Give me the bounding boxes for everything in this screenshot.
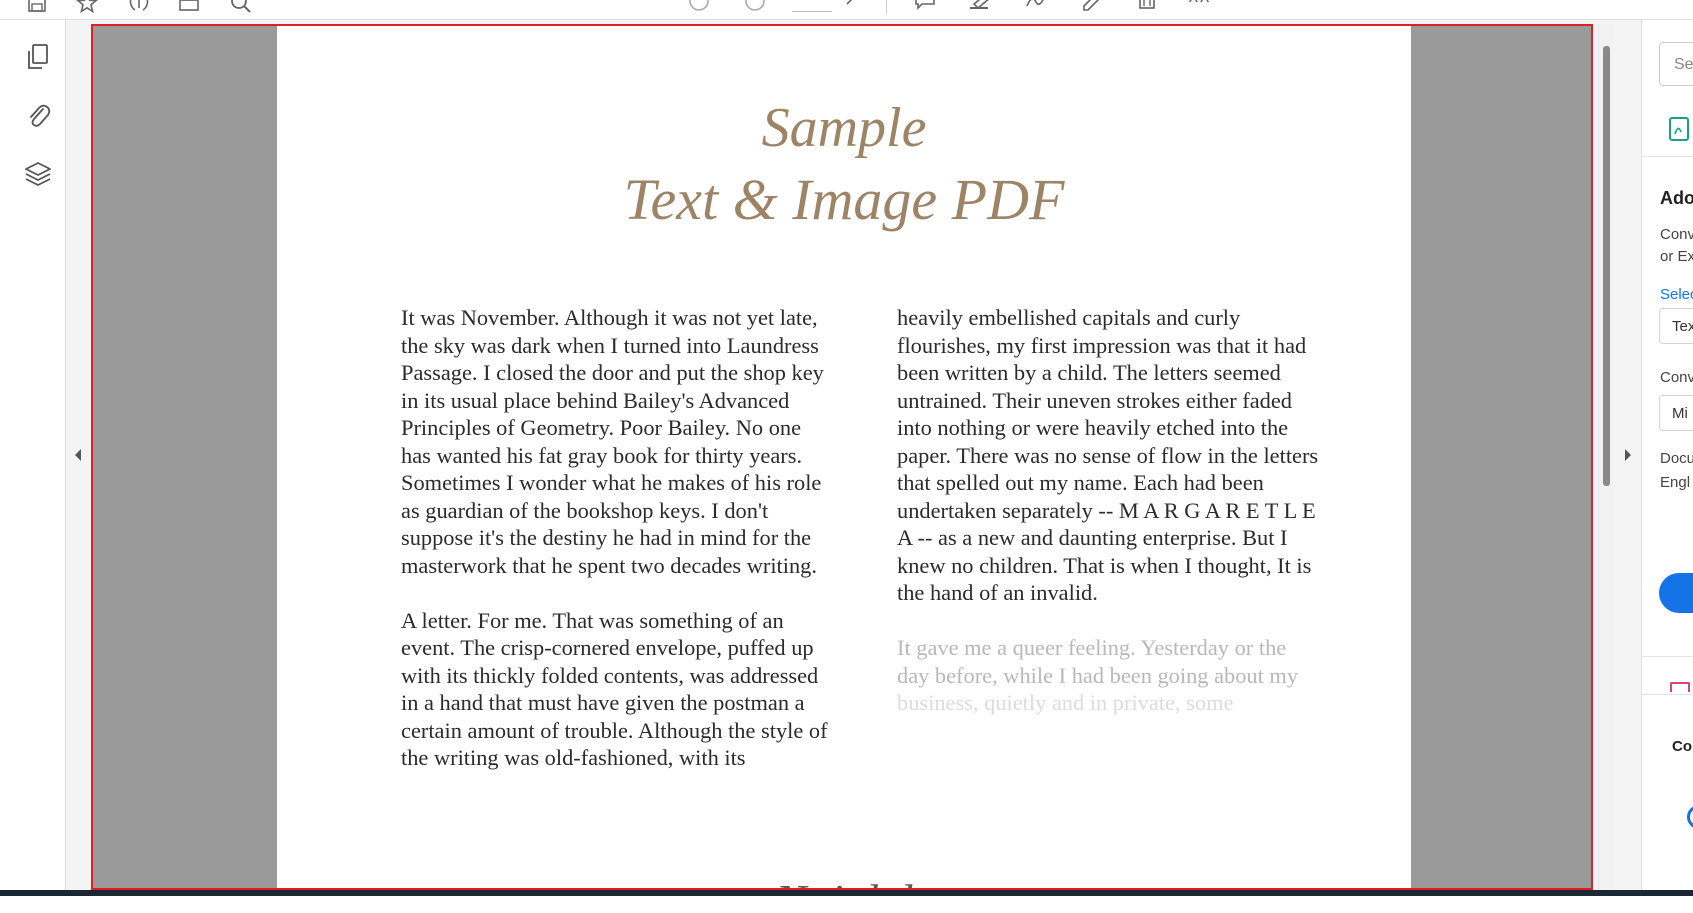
- highlight-icon[interactable]: [968, 0, 994, 16]
- pdf-viewer-app: Sample Text & Image PDF It was November.…: [0, 0, 1693, 913]
- pdf-page[interactable]: Sample Text & Image PDF It was November.…: [277, 26, 1411, 888]
- right-tools-panel: Se Ado Conv or Ex Selec Tex Conv Mi Docu…: [1642, 20, 1693, 896]
- format-select[interactable]: Tex: [1659, 308, 1693, 344]
- document-language-value[interactable]: Engl: [1660, 472, 1690, 494]
- page-up-icon[interactable]: [686, 0, 712, 16]
- tool-card-icon: [1670, 682, 1690, 692]
- search-placeholder: Se: [1674, 56, 1693, 73]
- document-title-line1: Sample: [761, 97, 927, 159]
- page-count-icon: [840, 0, 866, 16]
- select-format-link[interactable]: Selec: [1660, 286, 1693, 303]
- fill-sign-icon[interactable]: [1186, 0, 1212, 16]
- document-language-label: Docu: [1660, 450, 1693, 467]
- convert-label: Conv: [1660, 369, 1693, 386]
- text-column-right: heavily embellished capitals and curly f…: [897, 304, 1327, 717]
- save-icon[interactable]: [24, 0, 50, 16]
- left-collapse-gutter: [66, 20, 91, 896]
- paragraph: A letter. For me. That was something of …: [401, 607, 828, 771]
- toolbar-separator: [886, 0, 887, 14]
- upload-icon[interactable]: [126, 0, 152, 16]
- edit-icon[interactable]: [1080, 0, 1106, 16]
- description-line: or Ex: [1660, 248, 1693, 265]
- fading-line: business, quietly and in private, some: [897, 690, 1234, 715]
- page-down-icon[interactable]: [742, 0, 768, 16]
- paragraph: It was November. Although it was not yet…: [401, 305, 824, 578]
- search-icon[interactable]: [228, 0, 254, 16]
- convert-button[interactable]: [1659, 573, 1693, 613]
- panel-heading: Ado: [1660, 188, 1693, 208]
- pages-icon[interactable]: [23, 42, 53, 72]
- right-collapse-gutter: [1614, 20, 1642, 896]
- layers-icon[interactable]: [23, 159, 53, 189]
- export-pdf-icon[interactable]: [1668, 114, 1693, 144]
- scrollbar-thumb[interactable]: [1603, 46, 1610, 486]
- panel-description: Conv or Ex: [1660, 224, 1693, 268]
- section-label: Co: [1672, 738, 1692, 755]
- document-viewport[interactable]: Sample Text & Image PDF It was November.…: [91, 24, 1593, 890]
- star-icon[interactable]: [74, 0, 100, 16]
- fading-line: day before, while I had been going about…: [897, 662, 1299, 688]
- screen-bottom: [0, 896, 1693, 913]
- chevron-right-icon[interactable]: [1622, 447, 1634, 463]
- delete-icon[interactable]: [1134, 0, 1160, 16]
- convert-select[interactable]: Mi: [1659, 395, 1693, 431]
- paragraph: heavily embellished capitals and curly f…: [897, 305, 1319, 605]
- window-edge: [0, 20, 9, 896]
- convert-select-value: Mi: [1672, 405, 1688, 422]
- page-number-field[interactable]: [792, 0, 832, 12]
- print-icon[interactable]: [176, 0, 202, 16]
- text-column-left: It was November. Although it was not yet…: [401, 304, 833, 799]
- fading-paragraph: It gave me a queer feeling. Yesterday or…: [897, 634, 1327, 717]
- comment-icon[interactable]: [912, 0, 938, 16]
- description-line: Conv: [1660, 226, 1693, 243]
- vertical-scrollbar[interactable]: [1598, 24, 1614, 890]
- panel-divider: [1642, 156, 1693, 157]
- panel-divider: [1642, 694, 1693, 695]
- chevron-left-icon[interactable]: [72, 447, 84, 463]
- next-heading-partial: N ti d d: [277, 874, 1411, 888]
- format-select-value: Tex: [1672, 318, 1693, 335]
- document-title-line2: Text & Image PDF: [623, 167, 1065, 232]
- panel-divider: [1642, 656, 1693, 657]
- navigation-pane: [9, 20, 66, 896]
- tools-search-input[interactable]: Se: [1659, 42, 1693, 86]
- fading-line: It gave me a queer feeling. Yesterday or…: [897, 635, 1287, 660]
- attachment-icon[interactable]: [23, 100, 53, 130]
- sign-icon[interactable]: [1024, 0, 1050, 16]
- top-toolbar: [0, 0, 1693, 20]
- spinner-icon: [1687, 805, 1693, 829]
